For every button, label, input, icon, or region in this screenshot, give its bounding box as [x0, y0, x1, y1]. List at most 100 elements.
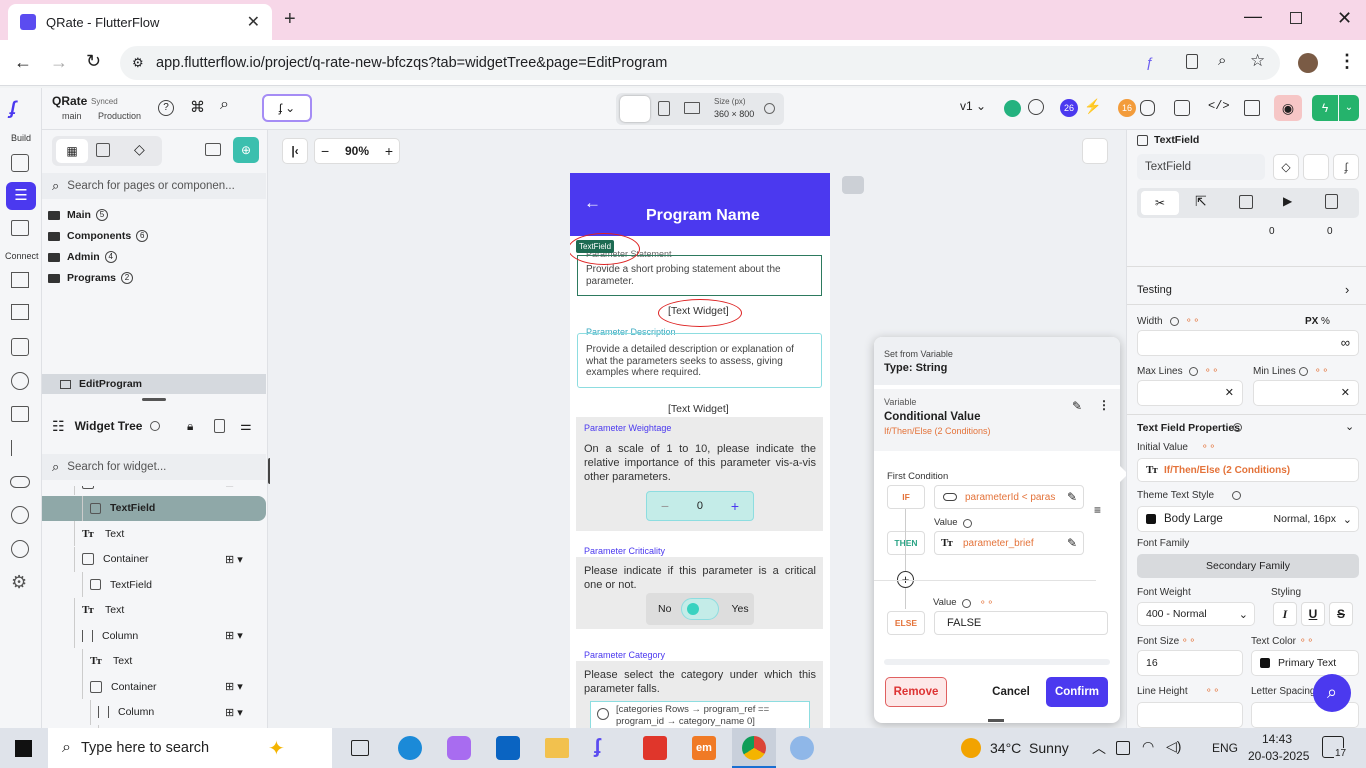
diamond-icon[interactable]: ◇ — [1273, 154, 1299, 180]
width-info-icon[interactable] — [1170, 317, 1179, 326]
edge-icon[interactable] — [398, 736, 422, 760]
theme-icon[interactable] — [11, 540, 29, 558]
desktop-device-button[interactable] — [684, 102, 700, 114]
tfp-info-icon[interactable] — [1233, 423, 1242, 432]
add-widget-icon[interactable] — [11, 154, 29, 172]
logs-icon[interactable] — [11, 440, 29, 456]
underline-button[interactable]: U — [1301, 602, 1325, 626]
line-height-input[interactable] — [1137, 702, 1243, 728]
testing-chevron-icon[interactable]: › — [1345, 282, 1349, 297]
tree-item-container[interactable]: Container ⊞ ▾ — [42, 546, 266, 572]
cloud-icon[interactable] — [10, 476, 30, 488]
widget-name-input[interactable]: TextField — [1137, 154, 1265, 180]
canvas-settings-icon[interactable] — [1082, 138, 1108, 164]
max-lines-input[interactable]: ✕ — [1137, 380, 1243, 406]
language-indicator[interactable]: ENG — [1212, 741, 1238, 755]
param-desc-field[interactable]: Provide a detailed description or explan… — [577, 333, 822, 388]
close-window-icon[interactable]: ✕ — [1337, 8, 1352, 29]
line-height-variable-icon[interactable]: ⚬⚬ — [1205, 685, 1220, 696]
criticality-switch[interactable] — [681, 598, 720, 620]
search-icon[interactable]: ⌕ — [220, 96, 229, 114]
app-red-icon[interactable] — [643, 736, 667, 760]
canvas-toggle-icon[interactable] — [842, 176, 864, 194]
else-value-info-icon[interactable] — [962, 599, 971, 608]
animations-tab-icon[interactable]: ▶ — [1283, 194, 1292, 208]
tree-item-column[interactable]: Column ⊞ ▾ — [42, 699, 266, 725]
category-radio-option[interactable]: [categories Rows → program_ref == progra… — [590, 701, 810, 728]
preview-eye-icon[interactable]: ◉ — [1274, 95, 1302, 121]
tree-item-container[interactable]: Container ⊞ ▾ — [42, 486, 266, 495]
meet-now-icon[interactable] — [1116, 741, 1130, 755]
zoom-icon[interactable]: ⌕ — [1218, 52, 1226, 69]
back-icon[interactable]: ← — [14, 52, 32, 73]
cancel-button[interactable]: Cancel — [984, 677, 1038, 707]
mode-selector[interactable]: ʄ ⌄ — [262, 94, 312, 122]
min-lines-clear-icon[interactable]: ✕ — [1341, 386, 1350, 399]
wrap-menu-icon[interactable]: ⊞ ▾ — [225, 629, 243, 642]
pages-tab-icon[interactable]: ▦ — [56, 139, 88, 163]
weather-text[interactable]: 34°C Sunny — [990, 740, 1069, 756]
tree-item-column[interactable]: Column ⊞ ▾ — [42, 623, 266, 648]
confirm-button[interactable]: Confirm — [1046, 677, 1108, 707]
em-app-icon[interactable]: em — [692, 736, 716, 760]
version-selector[interactable]: v1 ⌄ — [960, 99, 986, 113]
widget-tree-info-icon[interactable] — [150, 421, 161, 431]
help-chat-button[interactable]: ⌕ — [1313, 674, 1351, 712]
volume-icon[interactable]: ◁) — [1166, 738, 1181, 755]
dialog-bottom-handle[interactable] — [988, 719, 1004, 722]
tree-item-text[interactable]: Tт Text — [42, 648, 266, 674]
width-variable-icon[interactable]: ⚬⚬ — [1185, 315, 1200, 326]
testing-section[interactable]: Testing — [1137, 284, 1172, 296]
paint-icon[interactable] — [790, 736, 814, 760]
tree-item-container[interactable]: Container ⊞ ▾ — [42, 674, 266, 699]
chrome-active-tile[interactable] — [732, 728, 776, 768]
wifi-icon[interactable]: ◠ — [1142, 738, 1154, 755]
panel-resize-handle[interactable] — [142, 398, 166, 401]
wrap-menu-icon[interactable]: ⊞ ▾ — [225, 680, 243, 693]
start-button[interactable] — [15, 740, 32, 757]
storyboard-icon[interactable] — [11, 220, 29, 236]
expand-icon[interactable] — [214, 419, 225, 433]
strikethrough-button[interactable]: S — [1329, 602, 1353, 626]
docs-tab-icon[interactable] — [1325, 194, 1338, 209]
check-status-icon[interactable] — [1004, 100, 1021, 117]
firestore-icon[interactable] — [11, 272, 29, 288]
zoom-out-button[interactable]: − — [321, 143, 329, 159]
weightage-stepper[interactable]: − 0 + — [646, 491, 754, 521]
font-weight-select[interactable]: 400 - Normal ⌄ — [1137, 602, 1255, 626]
px-toggle[interactable]: PX — [1305, 316, 1318, 327]
flutterflow-taskbar-icon[interactable]: ʄ — [594, 736, 618, 760]
comment-icon[interactable] — [1028, 99, 1044, 115]
run-dropdown-icon[interactable]: ⌄ — [1339, 95, 1359, 121]
remove-button[interactable]: Remove — [885, 677, 947, 707]
collapse-panel-icon[interactable]: |‹ — [282, 138, 308, 164]
copilot-icon[interactable] — [447, 736, 471, 760]
page-search[interactable]: ⌕ Search for pages or componen... — [42, 173, 266, 199]
task-view-icon[interactable] — [351, 740, 369, 756]
code-icon[interactable]: </> — [1208, 99, 1230, 113]
width-input[interactable]: ∞ — [1137, 330, 1359, 356]
profile-avatar[interactable] — [1298, 53, 1318, 73]
api-calls-icon[interactable] — [11, 304, 29, 320]
then-edit-icon[interactable]: ✎ — [1067, 536, 1077, 550]
test-icon[interactable] — [11, 506, 29, 524]
initial-value-variable-icon[interactable]: ⚬⚬ — [1201, 441, 1216, 452]
tree-item-text[interactable]: Tт Text — [42, 521, 266, 546]
theme-info-icon[interactable] — [1232, 491, 1241, 500]
widget-tree-nav-icon[interactable]: ☰ — [6, 182, 36, 210]
flutter-icon[interactable]: ʄ — [1333, 154, 1359, 180]
clock-date[interactable]: 20-03-2025 — [1248, 749, 1309, 763]
if-condition-field[interactable]: parameterId < paras ✎ — [934, 485, 1084, 509]
notification-badge[interactable]: 26 — [1060, 99, 1078, 117]
tree-item-textfield[interactable]: TextField — [42, 495, 266, 521]
add-page-icon[interactable]: ⊕ — [233, 137, 259, 163]
site-info-icon[interactable]: ⚙ — [132, 55, 144, 71]
lock-icon[interactable]: 🔒︎ — [187, 419, 193, 434]
properties-tab-icon[interactable]: ✂ — [1141, 191, 1179, 215]
bookmark-star-icon[interactable]: ☆ — [1250, 51, 1265, 71]
size-info-icon[interactable] — [764, 103, 775, 114]
backend-query-tab-icon[interactable] — [1239, 195, 1253, 209]
help-icon[interactable]: ? — [158, 100, 174, 116]
else-value-field[interactable]: FALSE — [934, 611, 1108, 635]
url-bar[interactable]: ⚙ app.flutterflow.io/project/q-rate-new-… — [120, 46, 1280, 80]
